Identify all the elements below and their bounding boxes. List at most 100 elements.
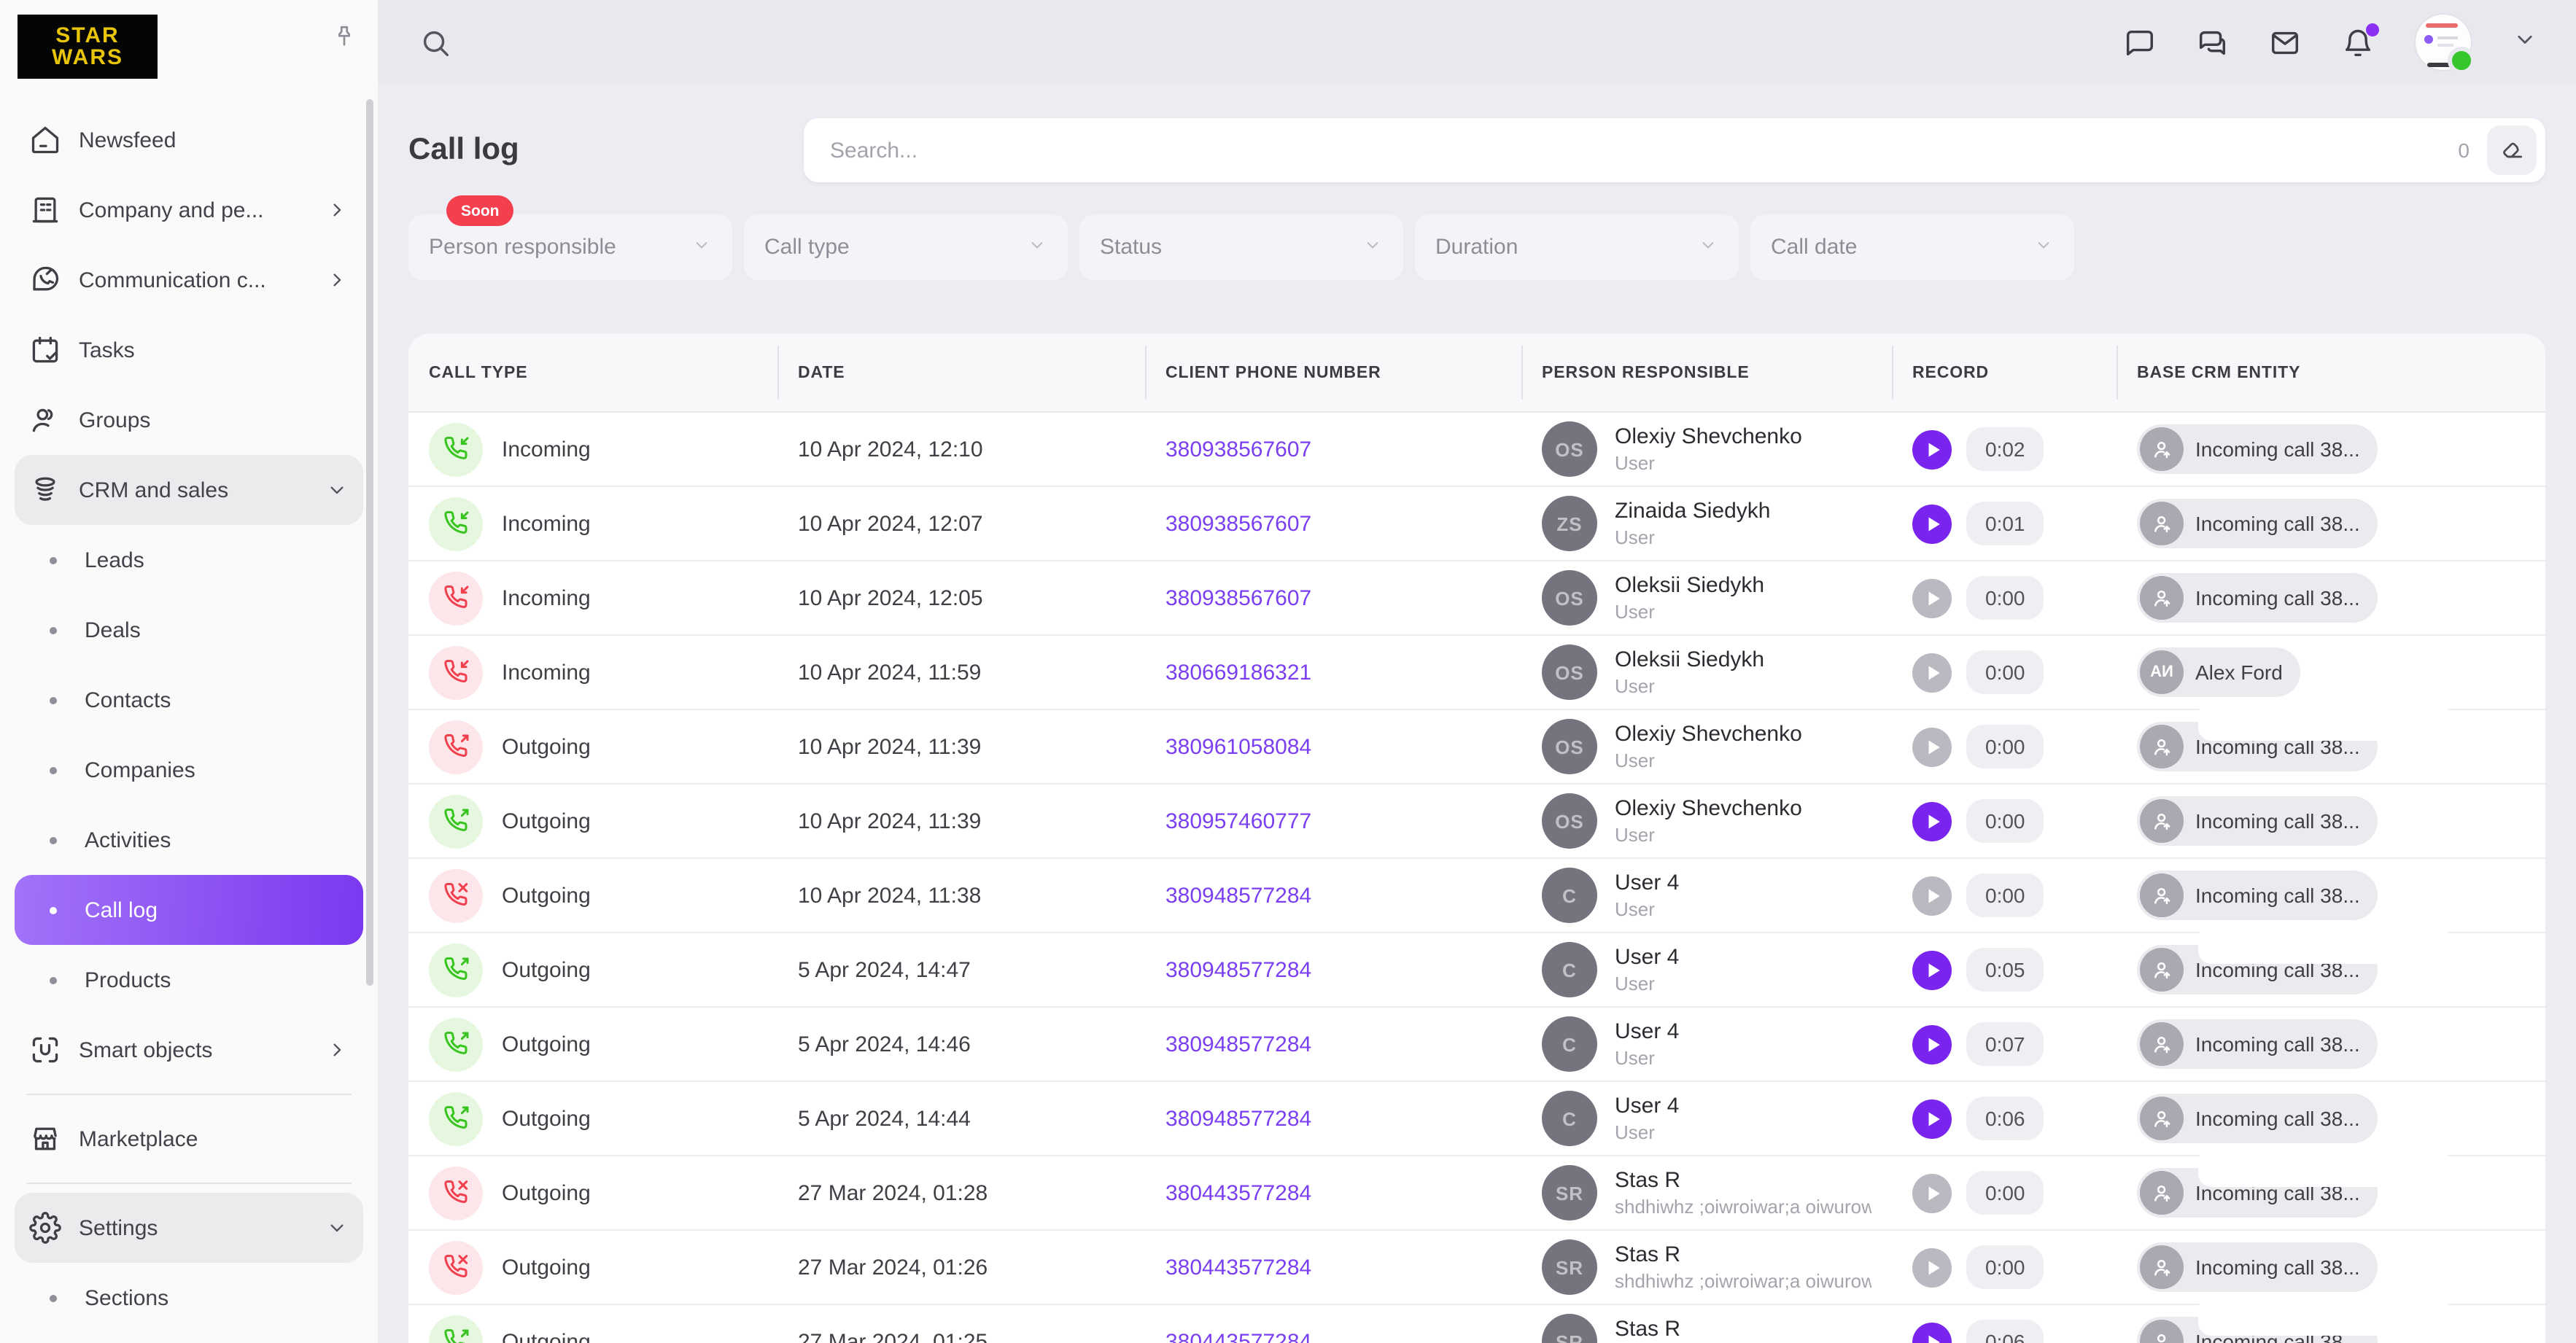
cell-record: 0:00	[1892, 561, 2117, 634]
table-row[interactable]: Incoming10 Apr 2024, 12:10380938567607OS…	[408, 413, 2545, 487]
client-phone-link[interactable]: 380443577284	[1165, 1329, 1311, 1343]
cell-entity: Incoming call 38...	[2117, 785, 2545, 857]
crm-entity-chip[interactable]: Incoming call 38...	[2137, 573, 2378, 623]
contact-arrow-icon	[2140, 1171, 2184, 1215]
user-avatar[interactable]	[2414, 13, 2472, 71]
filter-duration[interactable]: Duration	[1415, 214, 1739, 280]
play-button[interactable]	[1912, 727, 1952, 766]
client-phone-link[interactable]: 380948577284	[1165, 1106, 1311, 1131]
sidebar-item-label: Communication c...	[79, 268, 325, 292]
play-button[interactable]	[1912, 876, 1952, 915]
client-phone-link[interactable]: 380938567607	[1165, 511, 1311, 536]
table-row[interactable]: Outgoing27 Mar 2024, 01:25380443577284SR…	[408, 1305, 2545, 1343]
play-button[interactable]	[1912, 1099, 1952, 1138]
column-header-person-responsible[interactable]: PERSON RESPONSIBLE	[1521, 334, 1892, 411]
bell-icon[interactable]	[2341, 26, 2375, 59]
play-button[interactable]	[1912, 578, 1952, 618]
sidebar-item-smart-objects[interactable]: Smart objects	[15, 1015, 363, 1085]
play-button[interactable]	[1912, 429, 1952, 469]
play-button[interactable]	[1912, 1247, 1952, 1287]
column-header-client-phone-number[interactable]: CLIENT PHONE NUMBER	[1145, 334, 1521, 411]
account-menu-chevron-down-icon[interactable]	[2512, 26, 2538, 59]
client-phone-link[interactable]: 380443577284	[1165, 1180, 1311, 1205]
table-row[interactable]: Outgoing5 Apr 2024, 14:47380948577284CUs…	[408, 933, 2545, 1008]
cell-person: OSOleksii SiedykhUser	[1521, 636, 1892, 709]
sidebar-item-activities[interactable]: Activities	[15, 805, 363, 875]
sidebar-item-label: Companies	[85, 758, 195, 782]
client-phone-link[interactable]: 380961058084	[1165, 734, 1311, 759]
client-phone-link[interactable]: 380948577284	[1165, 1032, 1311, 1056]
client-phone-link[interactable]: 380938567607	[1165, 437, 1311, 462]
table-row[interactable]: Outgoing10 Apr 2024, 11:38380948577284CU…	[408, 859, 2545, 933]
filter-call-date[interactable]: Call date	[1750, 214, 2074, 280]
client-phone-link[interactable]: 380948577284	[1165, 957, 1311, 982]
play-button[interactable]	[1912, 1024, 1952, 1064]
filter-call-type[interactable]: Call type	[744, 214, 1068, 280]
crm-entity-chip[interactable]: Incoming call 38...	[2137, 796, 2378, 846]
record-duration: 0:00	[1966, 576, 2044, 620]
crm-entity-chip[interactable]: Incoming call 38...	[2137, 871, 2378, 920]
sidebar-item-settings[interactable]: Settings	[15, 1193, 363, 1263]
play-button[interactable]	[1912, 950, 1952, 989]
workspace-logo[interactable]: STAR WARS	[18, 15, 158, 79]
crm-entity-chip[interactable]: Incoming call 38...	[2137, 1242, 2378, 1292]
crm-entity-chip[interactable]: Incoming call 38...	[2137, 1094, 2378, 1143]
sidebar-item-call-log[interactable]: Call log	[15, 875, 363, 945]
filter-status[interactable]: Status	[1079, 214, 1403, 280]
crm-entity-chip[interactable]: АИAlex Ford	[2137, 647, 2300, 697]
clear-search-button[interactable]	[2487, 125, 2537, 175]
crm-entity-chip[interactable]: Incoming call 38...	[2137, 499, 2378, 548]
sidebar-item-communication-c[interactable]: Communication c...	[15, 245, 363, 315]
chat-icon[interactable]	[2122, 26, 2156, 59]
sidebar-item-products[interactable]: Products	[15, 945, 363, 1015]
sidebar-item-marketplace[interactable]: Marketplace	[15, 1104, 363, 1174]
sidebar-item-company-and-pe[interactable]: Company and pe...	[15, 175, 363, 245]
table-row[interactable]: Outgoing10 Apr 2024, 11:39380957460777OS…	[408, 785, 2545, 859]
column-header-record[interactable]: RECORD	[1892, 334, 2117, 411]
sidebar-scrollbar[interactable]	[366, 99, 373, 986]
play-button[interactable]	[1912, 1173, 1952, 1212]
client-phone-link[interactable]: 380669186321	[1165, 660, 1311, 685]
sidebar-item-sections[interactable]: Sections	[15, 1263, 363, 1333]
sidebar-item-groups[interactable]: Groups	[15, 385, 363, 455]
global-search-icon[interactable]	[419, 26, 452, 59]
table-row[interactable]: Incoming10 Apr 2024, 11:59380669186321OS…	[408, 636, 2545, 710]
play-button[interactable]	[1912, 504, 1952, 543]
column-header-date[interactable]: DATE	[777, 334, 1145, 411]
client-phone-link[interactable]: 380938567607	[1165, 585, 1311, 610]
sidebar-divider	[26, 1183, 352, 1184]
table-row[interactable]: Outgoing27 Mar 2024, 01:28380443577284SR…	[408, 1156, 2545, 1231]
client-phone-link[interactable]: 380957460777	[1165, 809, 1311, 833]
call-incoming-icon	[429, 422, 483, 476]
sidebar-item-crm-and-sales[interactable]: CRM and sales	[15, 455, 363, 525]
sidebar-item-tasks[interactable]: Tasks	[15, 315, 363, 385]
person-info: Oleksii SiedykhUser	[1615, 647, 1764, 697]
sidebar-item-contacts[interactable]: Contacts	[15, 665, 363, 735]
contact-arrow-icon	[2140, 1245, 2184, 1289]
sidebar-item-newsfeed[interactable]: Newsfeed	[15, 105, 363, 175]
search-input[interactable]	[827, 136, 2458, 164]
table-row[interactable]: Outgoing10 Apr 2024, 11:39380961058084OS…	[408, 710, 2545, 785]
mail-icon[interactable]	[2268, 26, 2302, 59]
client-phone-link[interactable]: 380443577284	[1165, 1255, 1311, 1280]
sidebar-item-deals[interactable]: Deals	[15, 595, 363, 665]
column-header-call-type[interactable]: CALL TYPE	[408, 334, 777, 411]
sidebar-item-leads[interactable]: Leads	[15, 525, 363, 595]
play-button[interactable]	[1912, 1322, 1952, 1343]
filter-person-responsible[interactable]: SoonPerson responsible	[408, 214, 732, 280]
column-header-base-crm-entity[interactable]: BASE CRM ENTITY	[2117, 334, 2545, 411]
play-button[interactable]	[1912, 801, 1952, 841]
table-row[interactable]: Incoming10 Apr 2024, 12:07380938567607ZS…	[408, 487, 2545, 561]
pin-sidebar-icon[interactable]	[331, 23, 357, 57]
play-button[interactable]	[1912, 653, 1952, 692]
table-row[interactable]: Outgoing5 Apr 2024, 14:46380948577284CUs…	[408, 1008, 2545, 1082]
crm-entity-chip[interactable]: Incoming call 38...	[2137, 1019, 2378, 1069]
call-outgoing-icon	[429, 1091, 483, 1145]
table-row[interactable]: Incoming10 Apr 2024, 12:05380938567607OS…	[408, 561, 2545, 636]
table-row[interactable]: Outgoing5 Apr 2024, 14:44380948577284CUs…	[408, 1082, 2545, 1156]
table-row[interactable]: Outgoing27 Mar 2024, 01:26380443577284SR…	[408, 1231, 2545, 1305]
sidebar-item-companies[interactable]: Companies	[15, 735, 363, 805]
chats-icon[interactable]	[2195, 26, 2229, 59]
client-phone-link[interactable]: 380948577284	[1165, 883, 1311, 908]
crm-entity-chip[interactable]: Incoming call 38...	[2137, 424, 2378, 474]
